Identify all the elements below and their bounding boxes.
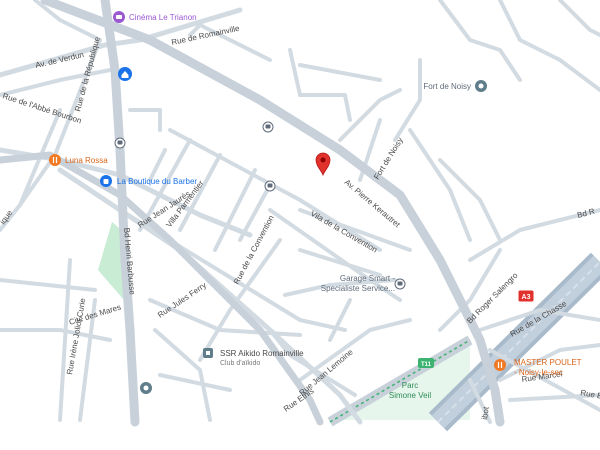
poi-barber[interactable]: La Boutique du Barber	[100, 175, 197, 187]
highway-shield-label: A3	[522, 294, 531, 301]
poi-unnamed[interactable]	[140, 382, 152, 394]
map-bottom-strip	[0, 422, 600, 450]
street-label-vila-de-la-convention: Vila de la Convention	[309, 209, 379, 255]
map-view[interactable]: Rue de Romainville Av. de Verdun Rue de …	[0, 0, 600, 450]
poi-fort[interactable]: Fort de Noisy	[423, 80, 487, 92]
poi-parc-label-line2: Simone Veil	[389, 391, 431, 400]
poi-master-poulet-label-line2: - Noisy-le-sec	[514, 368, 563, 377]
transit-icon[interactable]	[264, 180, 276, 192]
poi-fort-label: Fort de Noisy	[423, 82, 471, 91]
map-canvas[interactable]: Rue de Romainville Av. de Verdun Rue de …	[0, 0, 600, 450]
poi-luna-rossa[interactable]: Luna Rossa	[49, 154, 108, 166]
poi-aikido[interactable]: SSR Aikido Romainville Club d'aïkido	[203, 348, 304, 367]
poi-parc-label-line1: Parc	[402, 381, 418, 390]
transit-icon[interactable]	[262, 121, 274, 133]
poi-cinema[interactable]: Cinéma Le Trianon	[113, 11, 197, 23]
poi-cinema-label: Cinéma Le Trianon	[129, 13, 197, 22]
home-marker[interactable]	[118, 67, 132, 81]
poi-master-poulet-label-line1: MASTER POULET	[514, 358, 582, 367]
tram-shield-t11: T11	[418, 358, 434, 368]
tram-shield-label: T11	[421, 362, 432, 368]
street-label-bd-right: Bd R	[576, 207, 596, 220]
restaurant-icon	[494, 359, 506, 371]
poi-barber-label: La Boutique du Barber	[117, 177, 197, 186]
selected-location-pin[interactable]	[315, 152, 331, 177]
poi-garage-label-line1: Garage Smart -	[340, 274, 395, 283]
transit-icon[interactable]	[394, 278, 406, 290]
poi-luna-rossa-label: Luna Rossa	[65, 156, 108, 165]
poi-garage[interactable]: Garage Smart - Specialiste Service...	[321, 274, 396, 293]
street-label-fort-de-noisy: Fort de Noisy	[372, 136, 405, 181]
poi-aikido-label: SSR Aikido Romainville	[220, 349, 304, 358]
highway-shield-a3: A3	[517, 289, 535, 303]
street-label-av-de-verdun: Av. de Verdun	[34, 50, 84, 70]
street-label-bd-ribot: ibot	[480, 405, 491, 420]
restaurant-icon	[49, 154, 61, 166]
street-label-rue-de-labbe-bourbon: Rue de l'Abbé Bourbon	[1, 91, 82, 125]
location-pin-icon	[315, 152, 331, 177]
poi-garage-label-line2: Specialiste Service...	[321, 284, 395, 293]
transit-icon[interactable]	[114, 137, 126, 149]
poi-aikido-sublabel: Club d'aïkido	[220, 360, 260, 367]
